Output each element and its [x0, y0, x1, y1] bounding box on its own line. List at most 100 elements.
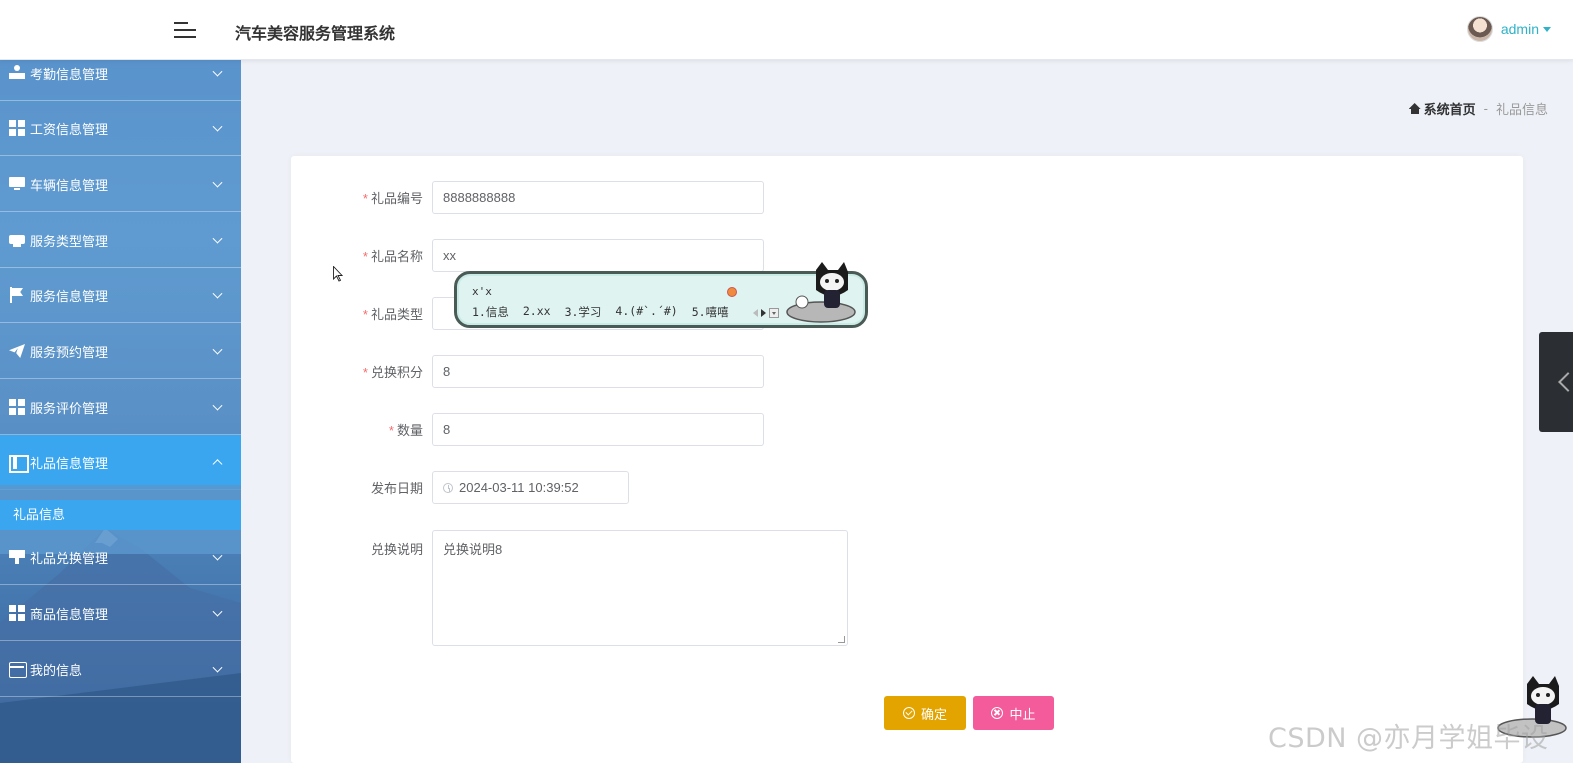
gift-type-label: * 礼品类型: [291, 304, 432, 323]
points-label: * 兑换积分: [291, 362, 432, 381]
grid-icon: [9, 120, 25, 136]
check-circle-icon: [902, 707, 915, 719]
ime-candidate[interactable]: 2.xx: [523, 304, 551, 320]
gift-type-label-text: 礼品类型: [370, 307, 423, 322]
app-title: 汽车美容服务管理系统: [235, 26, 396, 43]
confirm-button[interactable]: 确定: [884, 696, 966, 730]
sidebar-item-attendance[interactable]: 考勤信息管理: [0, 60, 241, 101]
menu-toggle-icon[interactable]: [174, 20, 196, 40]
required-mark: *: [362, 191, 368, 206]
sidebar-item-review[interactable]: 服务评价管理: [0, 380, 241, 435]
username: admin: [1500, 21, 1539, 37]
sidebar-item-label: 商品信息管理: [30, 606, 109, 622]
close-circle-icon: [991, 707, 1004, 719]
monitor-icon: [9, 176, 25, 192]
sidebar-item-my-info[interactable]: 我的信息: [0, 642, 241, 697]
description-label: 兑换说明: [370, 542, 423, 557]
sidebar-item-booking[interactable]: 服务预约管理: [0, 324, 241, 379]
form-row-description: 兑换说明 兑换说明8: [291, 530, 848, 646]
quantity-label: * 数量: [291, 420, 432, 439]
sidebar-item-vehicle[interactable]: 车辆信息管理: [0, 157, 241, 212]
ime-candidates: 1.信息 2.xx 3.学习 4.(#`.´#) 5.嘻嘻: [472, 304, 729, 320]
ime-mascot-icon: [786, 262, 856, 323]
form-row-points: * 兑换积分 8: [291, 355, 764, 388]
sidebar: 考勤信息管理 工资信息管理 车辆信息管理 服务类型管理 服务信息管理 服务预约管…: [0, 60, 241, 763]
book-icon: [9, 454, 29, 473]
required-mark: *: [362, 249, 368, 264]
abort-button[interactable]: 中止: [973, 696, 1054, 730]
wallet-icon: [9, 661, 27, 678]
sidebar-item-label: 服务类型管理: [30, 233, 109, 249]
quantity-label-text: 数量: [396, 423, 423, 438]
next-page-icon[interactable]: [761, 309, 766, 317]
clock-icon: [443, 482, 453, 493]
ime-candidate[interactable]: 5.嘻嘻: [692, 304, 729, 320]
sidebar-item-gift[interactable]: 礼品信息管理: [0, 435, 241, 490]
flag-icon: [9, 287, 25, 303]
sidebar-item-label: 我的信息: [30, 662, 83, 678]
stamp-icon: [9, 549, 25, 565]
caret-down-icon: [1543, 26, 1551, 32]
avatar: [1466, 16, 1493, 42]
points-label-text: 兑换积分: [370, 365, 423, 380]
ime-candidate[interactable]: 4.(#`.´#): [615, 304, 677, 320]
sidebar-item-service-info[interactable]: 服务信息管理: [0, 268, 241, 323]
mouse-pointer-icon: [333, 266, 343, 282]
sidebar-item-label: 考勤信息管理: [30, 66, 109, 82]
ime-composition: x'x: [472, 285, 492, 298]
confirm-button-label: 确定: [920, 706, 947, 722]
gift-no-label-text: 礼品编号: [370, 191, 423, 206]
sidebar-item-salary[interactable]: 工资信息管理: [0, 101, 241, 156]
form-row-gift-no: * 礼品编号 8888888888: [291, 181, 764, 214]
form-row-publish-date: 发布日期 2024-03-11 10:39:52: [291, 471, 629, 504]
gift-name-label: * 礼品名称: [291, 246, 432, 265]
top-header: 汽车美容服务管理系统 admin: [0, 0, 1573, 60]
sidebar-item-label: 服务预约管理: [30, 344, 109, 360]
sidebar-item-label: 礼品信息管理: [30, 455, 109, 471]
gift-name-label-text: 礼品名称: [370, 249, 423, 264]
side-drawer-toggle[interactable]: [1539, 332, 1573, 432]
expand-icon[interactable]: [769, 308, 779, 318]
grid-icon: [9, 605, 25, 621]
gift-name-input[interactable]: xx: [432, 239, 764, 272]
abort-button-label: 中止: [1009, 706, 1036, 722]
breadcrumb: 系统首页 - 礼品信息: [1409, 99, 1548, 118]
person-stamp-icon: [9, 65, 25, 81]
submenu-item-gift-info[interactable]: 礼品信息: [0, 500, 241, 530]
points-input[interactable]: 8: [432, 355, 764, 388]
ime-candidate[interactable]: 3.学习: [565, 304, 602, 320]
sidebar-item-label: 礼品兑换管理: [30, 550, 109, 566]
sidebar-item-label: 工资信息管理: [30, 121, 109, 137]
printer-icon: [9, 232, 25, 248]
home-icon: [1409, 103, 1421, 114]
gift-form-card: * 礼品编号 8888888888 * 礼品名称 xx * 礼品类型 * 兑换积分 8 …: [291, 156, 1523, 763]
gift-no-input[interactable]: 8888888888: [432, 181, 764, 214]
form-row-quantity: * 数量 8: [291, 413, 764, 446]
required-mark: *: [388, 423, 394, 438]
ime-paging: [753, 308, 779, 318]
grid-icon: [9, 399, 25, 415]
prev-page-icon[interactable]: [753, 309, 758, 317]
sidebar-item-label: 车辆信息管理: [30, 177, 109, 193]
sidebar-item-label: 服务信息管理: [30, 288, 109, 304]
publish-date-picker[interactable]: 2024-03-11 10:39:52: [432, 471, 629, 504]
sidebar-item-goods[interactable]: 商品信息管理: [0, 586, 241, 641]
sidebar-item-label: 服务评价管理: [30, 400, 109, 416]
breadcrumb-home[interactable]: 系统首页: [1424, 99, 1476, 118]
paper-plane-icon: [9, 343, 25, 359]
required-mark: *: [362, 307, 368, 322]
sidebar-item-service-type[interactable]: 服务类型管理: [0, 213, 241, 268]
ime-logo-icon: [727, 287, 737, 297]
quantity-input[interactable]: 8: [432, 413, 764, 446]
gift-no-label: * 礼品编号: [291, 188, 432, 207]
watermark: CSDN @亦月学姐毕设: [1268, 723, 1549, 754]
ime-candidate[interactable]: 1.信息: [472, 304, 509, 320]
breadcrumb-current: 礼品信息: [1495, 102, 1548, 117]
description-textarea[interactable]: 兑换说明8: [432, 530, 848, 646]
sidebar-item-gift-exchange[interactable]: 礼品兑换管理: [0, 530, 241, 585]
publish-date-label: 发布日期: [370, 481, 423, 496]
user-menu[interactable]: admin: [1466, 16, 1551, 42]
form-row-gift-name: * 礼品名称 xx: [291, 239, 764, 272]
required-mark: *: [362, 365, 368, 380]
breadcrumb-separator: -: [1483, 101, 1488, 116]
